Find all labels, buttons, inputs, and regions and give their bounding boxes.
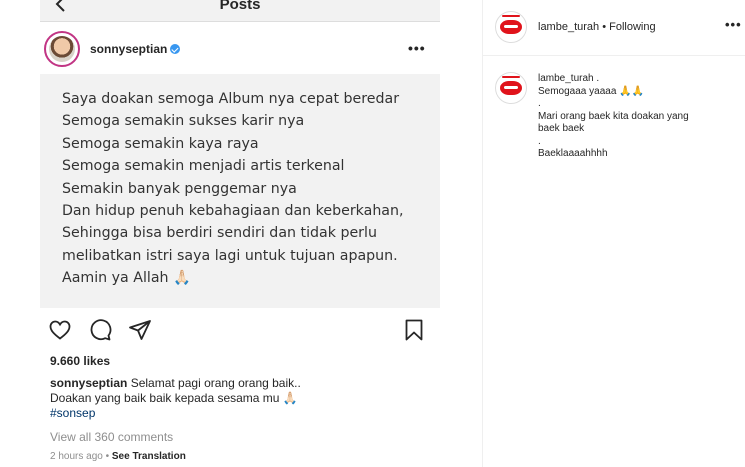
image-line: Saya doakan semoga Album nya cepat bered…: [62, 91, 400, 107]
comment-line: Mari orang baek kita doakan yang: [538, 110, 689, 122]
teeth-shape: [504, 86, 518, 89]
image-line: Semoga semakin menjadi artis terkenal: [62, 158, 345, 175]
post-header: sonnyseptian •••: [40, 30, 440, 70]
comment-avatar[interactable]: [495, 72, 527, 104]
page-title: Posts: [219, 0, 261, 13]
sidebar-header: lambe_turah • Following •••: [483, 0, 745, 56]
caption: sonnyseptian Selamat pagi orang orang ba…: [50, 376, 440, 421]
image-line: Semoga semakin sukses karir nya: [62, 113, 305, 130]
teeth-shape: [504, 25, 518, 28]
comment-username[interactable]: lambe_turah .: [538, 73, 738, 86]
more-icon[interactable]: •••: [725, 17, 742, 32]
image-line: Sehingga bisa berdiri sendiri dan tidak …: [62, 225, 377, 242]
post-actions: [40, 318, 440, 344]
post-sidebar: lambe_turah • Following ••• lambe_turah …: [482, 0, 745, 467]
see-translation-link[interactable]: See Translation: [112, 451, 186, 462]
lambe-turah-avatar[interactable]: [495, 11, 527, 43]
comment-line: .: [538, 98, 541, 109]
heart-icon[interactable]: [48, 318, 72, 342]
avatar-image: [49, 36, 75, 62]
post-image-text: Saya doakan semoga Album nya cepat bered…: [62, 88, 404, 290]
header-username[interactable]: lambe_turah: [538, 21, 599, 33]
following-status[interactable]: • Following: [599, 21, 655, 33]
likes-count[interactable]: 9.660 likes: [50, 354, 110, 368]
post-username-text[interactable]: sonnyseptian: [90, 42, 167, 56]
comment-line: baek baek: [538, 123, 585, 134]
phone-header: Posts: [40, 0, 440, 22]
verified-icon: [170, 44, 181, 54]
post-screenshot: Posts sonnyseptian ••• Saya doakan semog…: [40, 0, 440, 467]
caption-username[interactable]: sonnyseptian: [50, 376, 127, 390]
view-comments-link[interactable]: View all 360 comments: [50, 430, 173, 444]
caption-text: Doakan yang baik baik kepada sesama mu 🙏…: [50, 391, 298, 405]
separator: •: [102, 451, 112, 462]
post-username[interactable]: sonnyseptian: [90, 42, 181, 56]
image-line: Semoga semakin kaya raya: [62, 135, 259, 152]
bookmark-icon[interactable]: [402, 318, 426, 342]
comment-line: Baeklaaaahhhh: [538, 148, 608, 159]
more-icon[interactable]: •••: [408, 40, 426, 56]
image-line: Semakin banyak penggemar nya: [62, 180, 297, 197]
caption-comment: lambe_turah . Semogaaa yaaaa 🙏🙏 . Mari o…: [538, 73, 738, 161]
image-line: Dan hidup penuh kebahagiaan dan keberkah…: [62, 203, 404, 220]
post-image[interactable]: Saya doakan semoga Album nya cepat bered…: [40, 74, 440, 308]
caption-text: Selamat pagi orang orang baik..: [127, 376, 301, 390]
avatar[interactable]: [44, 31, 80, 67]
logo-text-bar: [502, 76, 520, 78]
hashtag-link[interactable]: #sonsep: [50, 406, 440, 421]
image-line: melibatkan istri saya lagi untuk tujuan …: [62, 247, 398, 264]
share-icon[interactable]: [128, 318, 152, 342]
logo-text-bar: [502, 15, 520, 17]
post-meta: 2 hours ago • See Translation: [50, 451, 186, 462]
comment-line: .: [538, 135, 541, 147]
comment-line: Semogaaa yaaaa 🙏🙏: [538, 85, 645, 97]
comment-icon[interactable]: [88, 318, 112, 342]
sidebar-username: lambe_turah • Following: [538, 21, 656, 33]
timestamp: 2 hours ago: [50, 451, 103, 462]
image-line: Aamin ya Allah 🙏🏻: [62, 270, 191, 287]
